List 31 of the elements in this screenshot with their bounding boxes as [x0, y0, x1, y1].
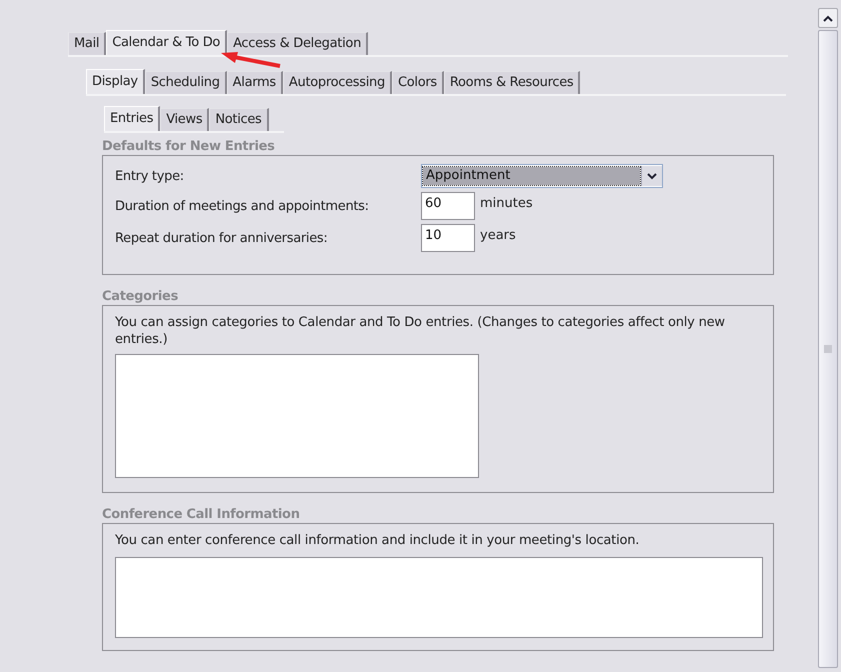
tab[interactable]: Entries — [104, 106, 160, 131]
tab[interactable]: Notices — [209, 108, 269, 131]
field-label: Duration of meetings and appointments: — [115, 198, 370, 214]
unit-label: years — [480, 228, 516, 243]
scrollbar[interactable] — [818, 8, 838, 668]
tab[interactable]: Display — [86, 69, 145, 94]
tab[interactable]: Autoprocessing — [282, 71, 392, 94]
description-text: You can assign categories to Calendar and To Do entries. (Changes to categories affect only new entries.) — [115, 314, 726, 348]
entry-type-dropdown[interactable]: Appointment — [421, 164, 663, 188]
tab[interactable]: Scheduling — [144, 71, 227, 94]
input-field[interactable]: 10 — [421, 224, 475, 252]
description-text: You can enter conference call information and include it in your meeting's location. — [115, 532, 640, 549]
input-field[interactable]: 60 — [421, 192, 475, 220]
group-title: Conference Call Information — [102, 507, 301, 523]
categories-list[interactable] — [115, 354, 479, 478]
field-label: Entry type: — [115, 168, 185, 184]
tab[interactable]: Colors — [392, 71, 444, 94]
tab[interactable]: Mail — [68, 32, 106, 55]
group-title: Categories — [102, 289, 180, 305]
tab[interactable]: Rooms & Resources — [444, 71, 580, 94]
chevron-up-icon — [823, 14, 833, 22]
annotation-arrow — [220, 52, 282, 68]
conference-text-area[interactable] — [115, 557, 763, 638]
tab[interactable]: Calendar & To Do — [106, 30, 228, 55]
chevron-down-icon — [647, 172, 657, 180]
group-title: Defaults for New Entries — [102, 139, 276, 155]
unit-label: minutes — [480, 196, 533, 211]
tab[interactable]: Views — [160, 108, 210, 131]
field-label: Repeat duration for anniversaries: — [115, 230, 328, 246]
tab[interactable]: Alarms — [226, 71, 283, 94]
tab[interactable]: Access & Delegation — [227, 32, 368, 55]
